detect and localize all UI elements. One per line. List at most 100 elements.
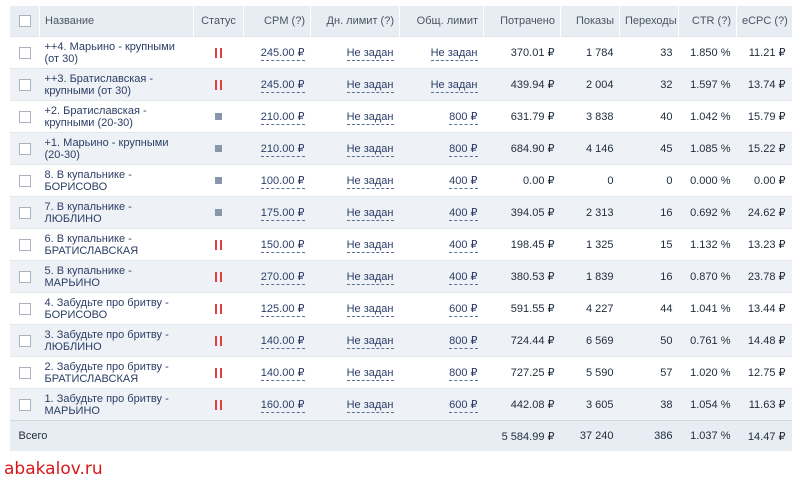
stop-icon[interactable] xyxy=(215,209,222,217)
pause-icon[interactable] xyxy=(215,47,222,58)
daily-limit-edit-link[interactable]: Не задан xyxy=(346,110,394,125)
row-checkbox[interactable] xyxy=(18,174,31,187)
daily-limit-edit-link[interactable]: Не задан xyxy=(346,302,394,317)
cpm-edit-link[interactable]: 210.00 ₽ xyxy=(260,143,305,157)
campaign-name[interactable]: 3. Забудьте про бритву - ЛЮБЛИНО xyxy=(39,324,194,357)
pause-icon[interactable] xyxy=(215,271,222,282)
total-limit-edit-link[interactable]: 800 ₽ xyxy=(449,111,478,125)
col-header-daily-limit[interactable]: Дн. лимит (?) xyxy=(310,6,400,37)
daily-limit-edit-link[interactable]: Не задан xyxy=(346,174,394,189)
daily-limit-edit-link[interactable]: Не задан xyxy=(346,142,394,157)
daily-limit-cell: Не задан xyxy=(310,324,400,357)
daily-limit-edit-link[interactable]: Не задан xyxy=(346,270,394,285)
campaign-name[interactable]: ++3. Братиславская - крупными (от 30) xyxy=(39,68,194,101)
cpm-edit-link[interactable]: 125.00 ₽ xyxy=(260,303,305,317)
stop-icon[interactable] xyxy=(215,177,222,185)
daily-limit-edit-link[interactable]: Не задан xyxy=(346,398,394,413)
campaign-name[interactable]: 4. Забудьте про бритву - БОРИСОВО xyxy=(39,292,194,325)
spent-cell: 198.45 ₽ xyxy=(483,228,561,261)
daily-limit-edit-link[interactable]: Не задан xyxy=(346,78,394,93)
status-cell xyxy=(193,388,244,421)
pause-icon[interactable] xyxy=(215,335,222,346)
cpm-edit-link[interactable]: 270.00 ₽ xyxy=(260,271,305,285)
ctr-cell: 0.761 % xyxy=(678,324,737,357)
clicks-cell: 0 xyxy=(619,164,679,197)
cpm-edit-link[interactable]: 100.00 ₽ xyxy=(260,175,305,189)
table-row: 1. Забудьте про бритву - МАРЬИНО 160.00 ₽… xyxy=(9,388,792,421)
row-checkbox[interactable] xyxy=(18,398,31,411)
campaign-name[interactable]: 2. Забудьте про бритву - БРАТИСЛАВСКАЯ xyxy=(39,356,194,389)
impressions-cell: 0 xyxy=(560,164,620,197)
row-checkbox[interactable] xyxy=(18,78,31,91)
cpm-edit-link[interactable]: 210.00 ₽ xyxy=(260,111,305,125)
total-limit-edit-link[interactable]: Не задан xyxy=(430,46,478,61)
row-checkbox[interactable] xyxy=(18,334,31,347)
campaigns-table: Название Статус CPM (?) Дн. лимит (?) Об… xyxy=(9,6,792,451)
total-limit-edit-link[interactable]: 400 ₽ xyxy=(449,207,478,221)
campaign-name[interactable]: +2. Братиславская - крупными (20-30) xyxy=(39,100,194,133)
row-checkbox-cell xyxy=(9,132,40,165)
row-checkbox[interactable] xyxy=(18,110,31,123)
row-checkbox[interactable] xyxy=(18,206,31,219)
clicks-cell: 38 xyxy=(619,388,679,421)
pause-icon[interactable] xyxy=(215,367,222,378)
total-limit-edit-link[interactable]: 600 ₽ xyxy=(449,399,478,413)
table-row: 5. В купальнике - МАРЬИНО 270.00 ₽ Не зада… xyxy=(9,260,792,293)
campaign-name[interactable]: 6. В купальнике - БРАТИСЛАВСКАЯ xyxy=(39,228,194,261)
total-limit-edit-link[interactable]: 800 ₽ xyxy=(449,335,478,349)
campaign-name[interactable]: ++4. Марьино - крупными (от 30) xyxy=(39,36,194,69)
row-checkbox[interactable] xyxy=(18,302,31,315)
row-checkbox[interactable] xyxy=(18,142,31,155)
daily-limit-edit-link[interactable]: Не задан xyxy=(346,366,394,381)
stop-icon[interactable] xyxy=(215,145,222,153)
ctr-cell: 0.870 % xyxy=(678,260,737,293)
cpm-edit-link[interactable]: 150.00 ₽ xyxy=(260,239,305,253)
cpm-edit-link[interactable]: 160.00 ₽ xyxy=(260,399,305,413)
daily-limit-edit-link[interactable]: Не задан xyxy=(346,46,394,61)
cpm-edit-link[interactable]: 140.00 ₽ xyxy=(260,367,305,381)
total-limit-edit-link[interactable]: 400 ₽ xyxy=(449,239,478,253)
pause-icon[interactable] xyxy=(215,239,222,250)
row-checkbox[interactable] xyxy=(18,270,31,283)
ecpc-cell: 24.62 ₽ xyxy=(736,196,792,229)
cpm-edit-link[interactable]: 245.00 ₽ xyxy=(260,79,305,93)
total-limit-edit-link[interactable]: 800 ₽ xyxy=(449,367,478,381)
col-header-status[interactable]: Статус xyxy=(193,6,244,37)
campaign-name[interactable]: +1. Марьино - крупными (20-30) xyxy=(39,132,194,165)
campaign-name[interactable]: 8. В купальнике - БОРИСОВО xyxy=(39,164,194,197)
col-header-impressions[interactable]: Показы xyxy=(560,6,620,37)
campaign-name[interactable]: 5. В купальнике - МАРЬИНО xyxy=(39,260,194,293)
cpm-edit-link[interactable]: 245.00 ₽ xyxy=(260,47,305,61)
campaign-name[interactable]: 1. Забудьте про бритву - МАРЬИНО xyxy=(39,388,194,421)
col-header-ecpc[interactable]: eCPC (?) xyxy=(736,6,792,37)
total-limit-edit-link[interactable]: 600 ₽ xyxy=(449,303,478,317)
impressions-cell: 1 325 xyxy=(560,228,620,261)
col-header-total-limit[interactable]: Общ. лимит xyxy=(399,6,484,37)
select-all-checkbox[interactable] xyxy=(18,15,31,28)
pause-icon[interactable] xyxy=(215,399,222,410)
col-header-name[interactable]: Название xyxy=(39,6,194,37)
cpm-edit-link[interactable]: 175.00 ₽ xyxy=(260,207,305,221)
col-header-spent[interactable]: Потрачено xyxy=(483,6,561,37)
total-limit-edit-link[interactable]: 400 ₽ xyxy=(449,271,478,285)
daily-limit-edit-link[interactable]: Не задан xyxy=(346,334,394,349)
campaign-name[interactable]: 7. В купальнике - ЛЮБЛИНО xyxy=(39,196,194,229)
col-header-ctr[interactable]: CTR (?) xyxy=(678,6,737,37)
daily-limit-edit-link[interactable]: Не задан xyxy=(346,206,394,221)
col-header-cpm[interactable]: CPM (?) xyxy=(243,6,311,37)
daily-limit-edit-link[interactable]: Не задан xyxy=(346,238,394,253)
row-checkbox[interactable] xyxy=(18,366,31,379)
row-checkbox[interactable] xyxy=(18,238,31,251)
total-limit-edit-link[interactable]: 400 ₽ xyxy=(449,175,478,189)
pause-icon[interactable] xyxy=(215,303,222,314)
table-row: +2. Братиславская - крупными (20-30) 210.… xyxy=(9,100,792,133)
row-checkbox[interactable] xyxy=(18,46,31,59)
pause-icon[interactable] xyxy=(215,79,222,90)
ctr-cell: 0.000 % xyxy=(678,164,737,197)
col-header-clicks[interactable]: Переходы xyxy=(619,6,679,37)
total-limit-edit-link[interactable]: Не задан xyxy=(430,78,478,93)
cpm-edit-link[interactable]: 140.00 ₽ xyxy=(260,335,305,349)
row-checkbox-cell xyxy=(9,388,40,421)
stop-icon[interactable] xyxy=(215,113,222,121)
total-limit-edit-link[interactable]: 800 ₽ xyxy=(449,143,478,157)
